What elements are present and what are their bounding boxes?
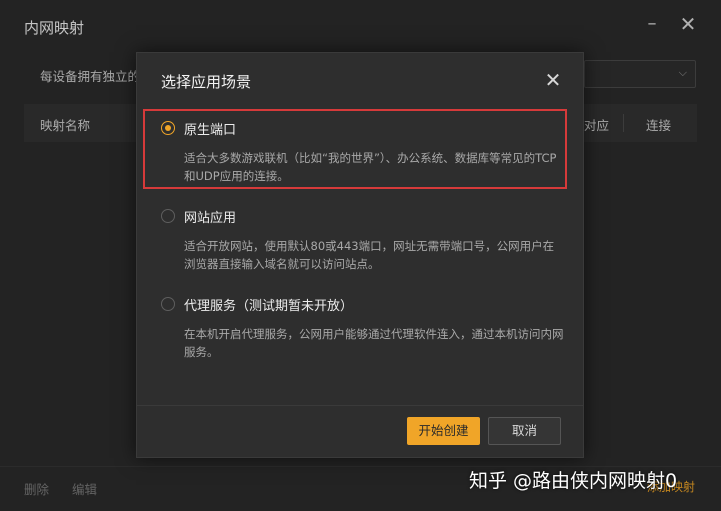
dialog-close-icon[interactable]: ✕ xyxy=(542,69,564,91)
zhihu-watermark: 知乎 @路由侠内网映射0 xyxy=(469,470,678,492)
option-description: 适合开放网站，使用默认80或443端口，网址无需带端口号，公网用户在浏览器直接输… xyxy=(184,239,555,271)
radio-website[interactable] xyxy=(161,209,175,223)
option-label: 网站应用 xyxy=(184,211,237,226)
dialog-title: 选择应用场景 xyxy=(161,73,252,91)
option-label: 原生端口 xyxy=(184,123,237,138)
radio-native-port[interactable] xyxy=(161,121,175,135)
dialog-footer-divider xyxy=(137,405,583,406)
scenario-dialog: 选择应用场景 ✕ 原生端口 适合大多数游戏联机（比如“我的世界”）、办公系统、数… xyxy=(136,52,584,458)
option-description: 在本机开启代理服务，公网用户能够通过代理软件连入，通过本机访问内网服务。 xyxy=(184,327,564,359)
option-proxy[interactable]: 代理服务（测试期暂未开放） 在本机开启代理服务，公网用户能够通过代理软件连入，通… xyxy=(161,295,564,361)
option-label: 代理服务（测试期暂未开放） xyxy=(184,299,354,314)
start-create-button[interactable]: 开始创建 xyxy=(407,417,480,445)
option-website[interactable]: 网站应用 适合开放网站，使用默认80或443端口，网址无需带端口号，公网用户在浏… xyxy=(161,207,561,273)
radio-proxy[interactable] xyxy=(161,297,175,311)
cancel-button[interactable]: 取消 xyxy=(488,417,561,445)
option-native-port[interactable]: 原生端口 适合大多数游戏联机（比如“我的世界”）、办公系统、数据库等常见的TCP… xyxy=(161,119,561,185)
option-description: 适合大多数游戏联机（比如“我的世界”）、办公系统、数据库等常见的TCP和UDP应… xyxy=(184,151,557,183)
